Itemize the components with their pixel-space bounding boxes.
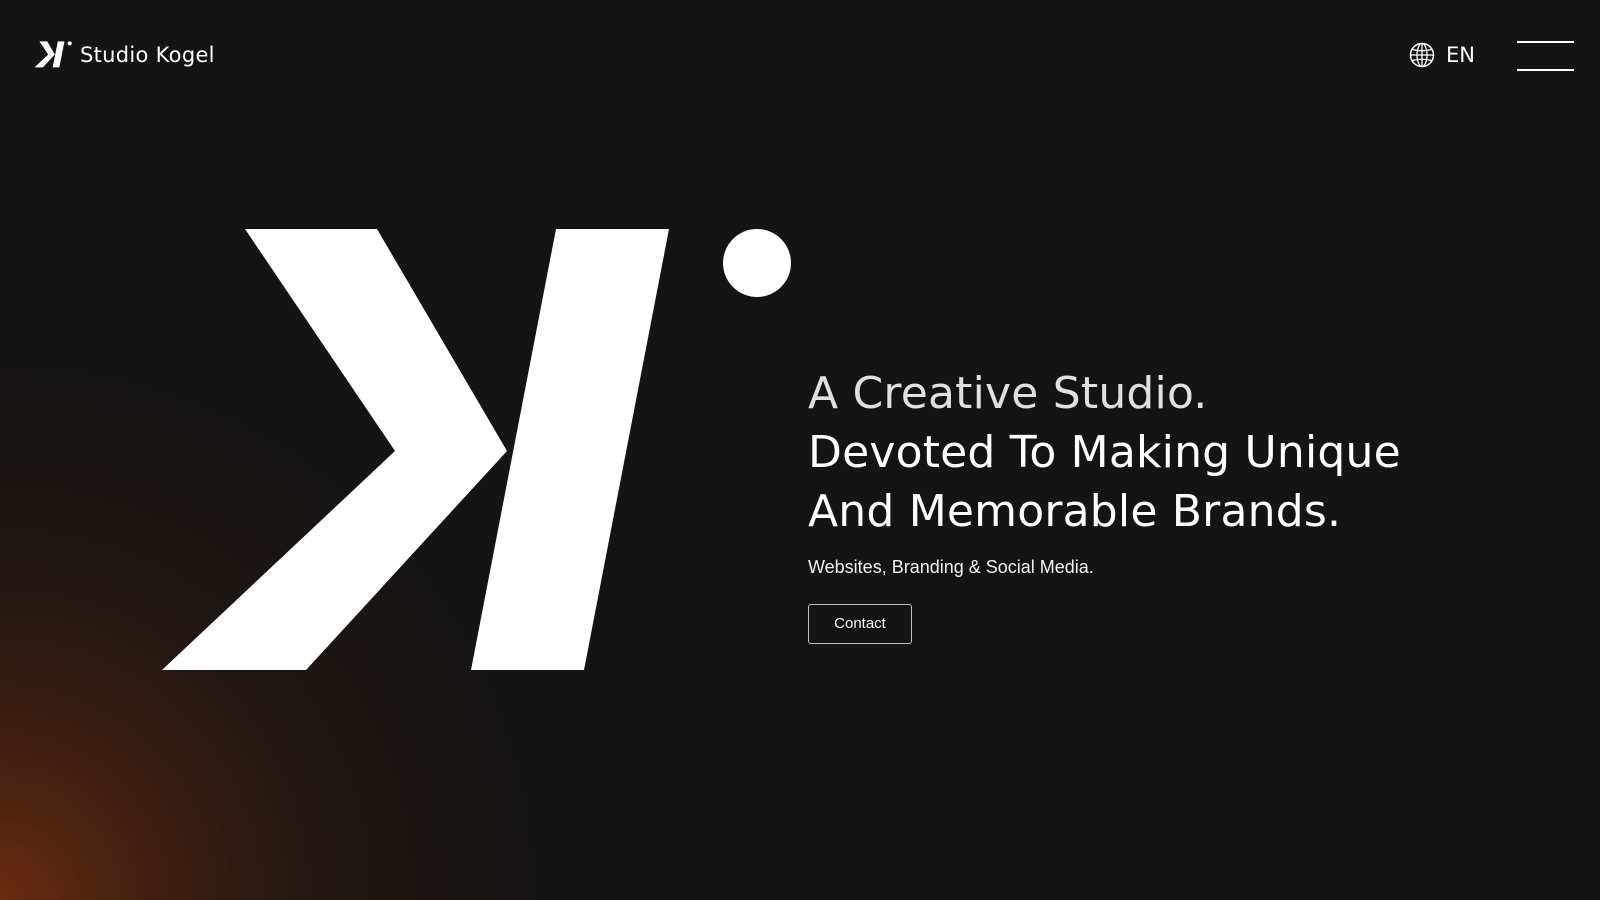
studio-kogel-logo-icon — [34, 41, 72, 68]
brand-home-link[interactable]: Studio Kogel — [34, 40, 215, 70]
contact-button[interactable]: Contact — [808, 604, 912, 644]
headline-line-3: And Memorable Brands. — [808, 486, 1342, 537]
headline-line-2: Devoted To Making Unique — [808, 427, 1401, 478]
globe-icon — [1409, 42, 1435, 68]
logo-dot-shape — [723, 229, 791, 297]
logo-chevron-shape — [162, 229, 507, 670]
site-header: Studio Kogel EN — [0, 0, 1600, 110]
brand-name: Studio Kogel — [80, 43, 215, 67]
hero-subtitle: Websites, Branding & Social Media. — [808, 557, 1094, 577]
language-label: EN — [1446, 43, 1475, 67]
menu-line-top — [1517, 41, 1574, 43]
hero-content: A Creative Studio. Devoted To Making Uni… — [808, 364, 1508, 644]
menu-line-bottom — [1517, 69, 1574, 71]
hero-logo-mark — [162, 229, 791, 670]
headline-line-1: A Creative Studio. — [808, 368, 1208, 419]
hamburger-menu-icon[interactable] — [1517, 40, 1574, 72]
hero-headline: A Creative Studio. Devoted To Making Uni… — [808, 364, 1508, 541]
language-switcher[interactable]: EN — [1409, 42, 1475, 68]
